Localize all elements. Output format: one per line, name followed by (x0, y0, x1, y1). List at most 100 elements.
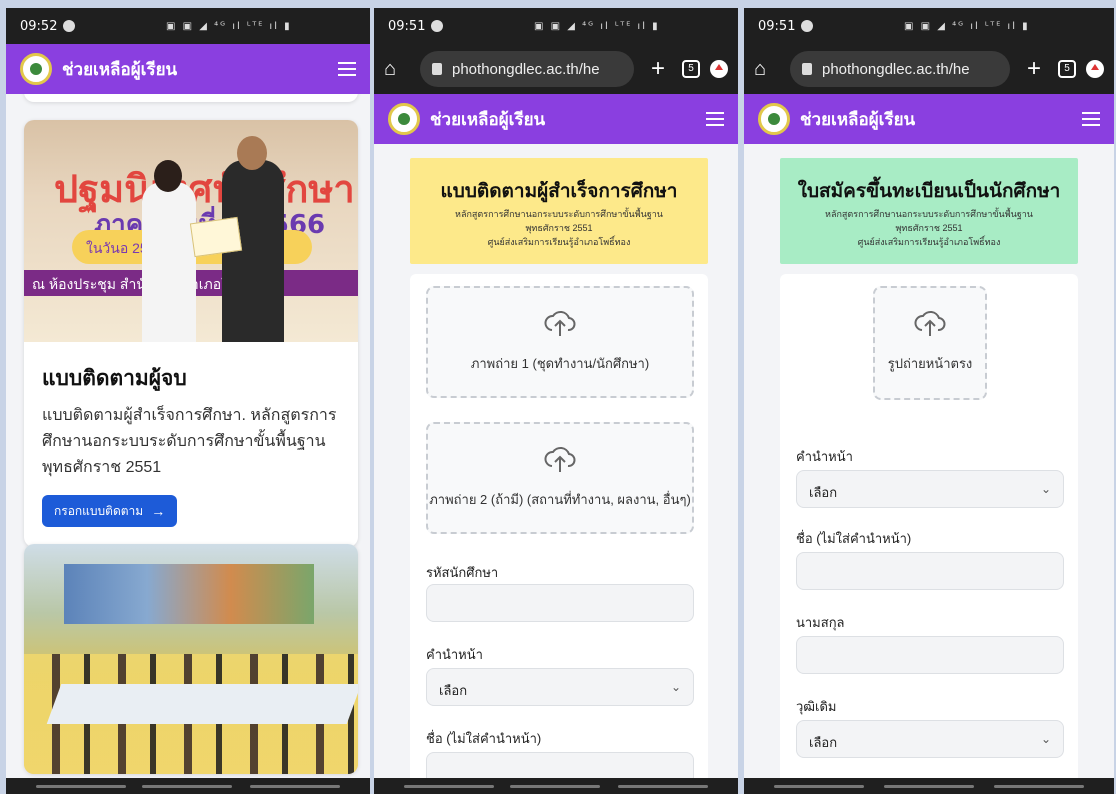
chevron-down-icon: ⌄ (1040, 482, 1051, 496)
upload-photo-2[interactable]: ภาพถ่าย 2 (ถ้ามี) (สถานที่ทำงาน, ผลงาน, … (426, 422, 694, 534)
app-title: ช่วยเหลือผู้เรียน (430, 109, 546, 129)
extension-icon[interactable] (710, 60, 728, 78)
fill-form-button[interactable]: กรอกแบบติดตาม → (42, 495, 178, 527)
school-logo (388, 103, 420, 135)
name-label: ชื่อ (ไม่ใส่คำนำหน้า) (796, 531, 912, 546)
name-label: ชื่อ (ไม่ใส่คำนำหน้า) (426, 731, 542, 746)
button-label: กรอกแบบติดตาม (54, 503, 144, 518)
upload-label: รูปถ่ายหน้าตรง (887, 356, 973, 371)
form-body: ภาพถ่าย 1 (ชุดทำงาน/นักศึกษา) ภาพถ่าย 2 … (410, 274, 708, 778)
name-input[interactable] (796, 552, 1064, 590)
card-description: แบบติดตามผู้สำเร็จการศึกษา. หลักสูตรการศ… (42, 407, 337, 476)
student-id-input[interactable] (426, 584, 694, 622)
url-bar[interactable]: phothongdlec.ac.th/he (790, 51, 1010, 87)
status-icons: ▣ ▣ ◢ ⁴ᴳ ıl ᴸᵀᴱ ıl ▮ (534, 20, 660, 32)
form-subtitle-1: หลักสูตรการศึกษานอกระบบระดับการศึกษาขั้น… (825, 209, 1033, 219)
form-title: แบบติดตามผู้สำเร็จการศึกษา (440, 181, 678, 202)
upload-face-photo[interactable]: รูปถ่ายหน้าตรง (873, 286, 987, 400)
notification-icon (63, 20, 76, 32)
new-tab-icon[interactable]: + (1020, 55, 1048, 83)
classroom-card (24, 544, 358, 774)
form-header: ใบสมัครขึ้นทะเบียนเป็นนักศึกษา หลักสูตรก… (780, 158, 1078, 264)
prefix-select[interactable]: เลือก ⌄ (426, 668, 694, 706)
surname-input[interactable] (796, 636, 1064, 674)
form-subtitle-3: ศูนย์ส่งเสริมการเรียนรู้อำเภอโพธิ์ทอง (857, 237, 1001, 247)
form-subtitle-3: ศูนย์ส่งเสริมการเรียนรู้อำเภอโพธิ์ทอง (487, 237, 631, 247)
name-input[interactable] (426, 752, 694, 778)
status-icons: ▣ ▣ ◢ ⁴ᴳ ıl ᴸᵀᴱ ıl ▮ (166, 20, 292, 32)
chevron-down-icon: ⌄ (670, 680, 681, 694)
notification-icon (801, 20, 814, 32)
education-select[interactable]: เลือก ⌄ (796, 720, 1064, 758)
browser-toolbar: ⌂ phothongdlec.ac.th/he + 5 (374, 44, 738, 94)
upload-photo-1[interactable]: ภาพถ่าย 1 (ชุดทำงาน/นักศึกษา) (426, 286, 694, 398)
phone-screen-3: 09:51 ▣ ▣ ◢ ⁴ᴳ ıl ᴸᵀᴱ ıl ▮ ⌂ phothongdle… (744, 8, 1114, 794)
url-bar[interactable]: phothongdlec.ac.th/he (420, 51, 634, 87)
cloud-upload-icon (544, 311, 576, 336)
status-time: 09:52 (20, 18, 58, 34)
form-subtitle-2: พุทธศักราช 2551 (895, 223, 963, 233)
app-header: ช่วยเหลือผู้เรียน (6, 44, 370, 94)
tab-count-button[interactable]: 5 (1058, 60, 1076, 78)
prefix-label: คำนำหน้า (796, 449, 853, 464)
phone-screen-1: 09:52 ▣ ▣ ◢ ⁴ᴳ ıl ᴸᵀᴱ ıl ▮ ช่วยเหลือผู้เ… (6, 8, 370, 794)
app-title: ช่วยเหลือผู้เรียน (800, 109, 916, 129)
select-value: เลือก (809, 735, 838, 750)
card-title: แบบติดตามผู้จบ (42, 367, 187, 390)
app-title: ช่วยเหลือผู้เรียน (62, 59, 178, 79)
table (46, 684, 358, 724)
top-strip (0, 0, 1116, 8)
previous-card (24, 94, 358, 102)
status-time: 09:51 (758, 18, 796, 34)
orientation-photo: ปฐมนิเทศนักศึกษา ภาคเรียนที่ 1/2566 ในวั… (24, 120, 358, 342)
student-figure (142, 160, 196, 342)
school-logo (20, 53, 52, 85)
tracking-card: ปฐมนิเทศนักศึกษา ภาคเรียนที่ 1/2566 ในวั… (24, 120, 358, 547)
notification-icon (431, 20, 444, 32)
browser-toolbar: ⌂ phothongdlec.ac.th/he + 5 (744, 44, 1114, 94)
gesture-bar (374, 778, 738, 794)
home-icon[interactable]: ⌂ (384, 58, 410, 81)
app-header: ช่วยเหลือผู้เรียน (374, 94, 738, 144)
prefix-label: คำนำหน้า (426, 647, 483, 662)
phone-screen-2: 09:51 ▣ ▣ ◢ ⁴ᴳ ıl ᴸᵀᴱ ıl ▮ ⌂ phothongdle… (374, 8, 738, 794)
select-value: เลือก (439, 683, 468, 698)
tab-count-button[interactable]: 5 (682, 60, 700, 78)
status-time: 09:51 (388, 18, 426, 34)
menu-icon[interactable] (706, 112, 724, 126)
lock-icon (432, 63, 442, 75)
form-header: แบบติดตามผู้สำเร็จการศึกษา หลักสูตรการศึ… (410, 158, 708, 264)
prefix-select[interactable]: เลือก ⌄ (796, 470, 1064, 508)
page-content: แบบติดตามผู้สำเร็จการศึกษา หลักสูตรการศึ… (374, 144, 738, 778)
status-bar: 09:51 ▣ ▣ ◢ ⁴ᴳ ıl ᴸᵀᴱ ıl ▮ (374, 8, 738, 44)
surname-label: นามสกุล (796, 615, 845, 630)
form-subtitle-2: พุทธศักราช 2551 (525, 223, 593, 233)
home-icon[interactable]: ⌂ (754, 58, 780, 81)
certificate (189, 216, 243, 258)
cloud-upload-icon (544, 447, 576, 472)
status-icons: ▣ ▣ ◢ ⁴ᴳ ıl ᴸᵀᴱ ıl ▮ (904, 20, 1030, 32)
page-content: ปฐมนิเทศนักศึกษา ภาคเรียนที่ 1/2566 ในวั… (6, 94, 370, 778)
app-header: ช่วยเหลือผู้เรียน (744, 94, 1114, 144)
student-id-label: รหัสนักศึกษา (426, 565, 499, 580)
new-tab-icon[interactable]: + (644, 55, 672, 83)
menu-icon[interactable] (338, 62, 356, 76)
form-title: ใบสมัครขึ้นทะเบียนเป็นนักศึกษา (797, 181, 1061, 202)
education-label: วุฒิเดิม (796, 699, 837, 714)
mural (64, 564, 314, 624)
url-text: phothongdlec.ac.th/he (822, 60, 970, 78)
school-logo (758, 103, 790, 135)
gesture-bar (6, 778, 370, 794)
url-text: phothongdlec.ac.th/he (452, 60, 600, 78)
extension-icon[interactable] (1086, 60, 1104, 78)
classroom-photo (24, 544, 358, 774)
select-value: เลือก (809, 485, 838, 500)
menu-icon[interactable] (1082, 112, 1100, 126)
upload-label: ภาพถ่าย 1 (ชุดทำงาน/นักศึกษา) (470, 356, 650, 371)
form-body: รูปถ่ายหน้าตรง คำนำหน้า เลือก ⌄ ชื่อ (ไม… (780, 274, 1078, 778)
arrow-right-icon: → (151, 503, 166, 519)
gesture-bar (744, 778, 1114, 794)
status-bar: 09:52 ▣ ▣ ◢ ⁴ᴳ ıl ᴸᵀᴱ ıl ▮ (6, 8, 370, 44)
chevron-down-icon: ⌄ (1040, 732, 1051, 746)
upload-label: ภาพถ่าย 2 (ถ้ามี) (สถานที่ทำงาน, ผลงาน, … (429, 492, 691, 507)
